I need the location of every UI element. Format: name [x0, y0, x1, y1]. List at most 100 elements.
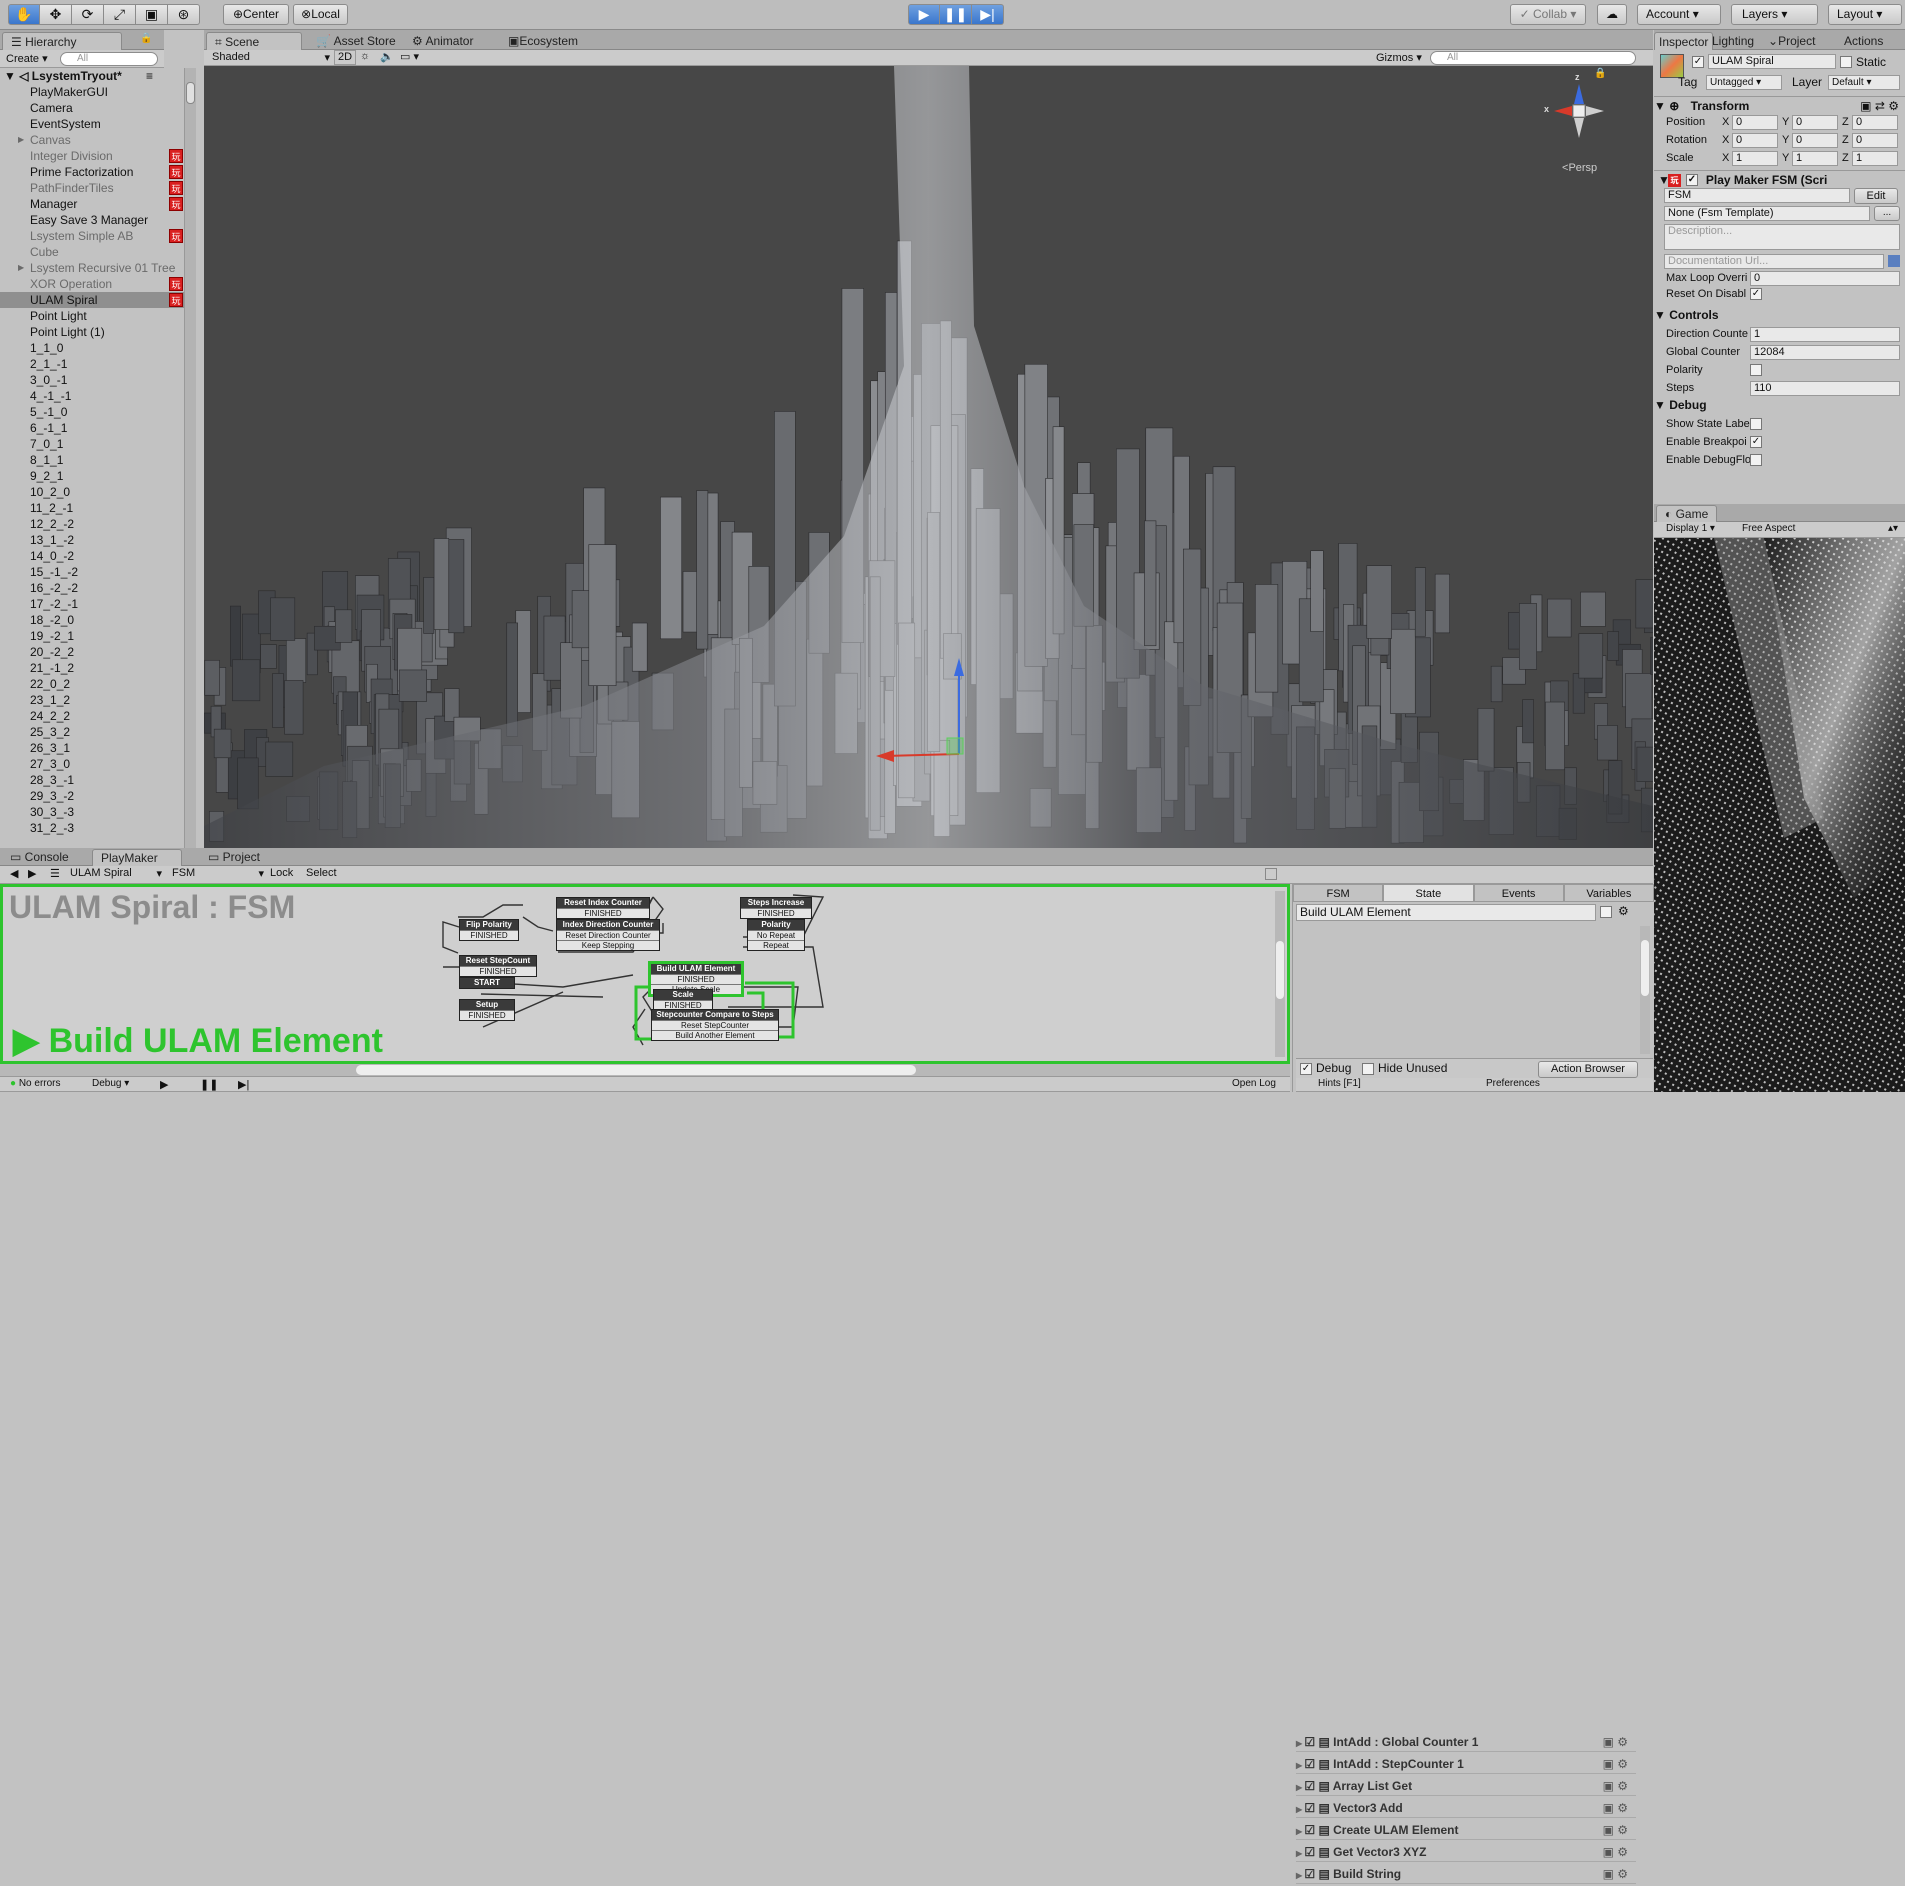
action-expand-icon[interactable]: ▶	[1296, 1783, 1304, 1792]
hierarchy-item[interactable]: 4_-1_-1	[0, 388, 184, 404]
preferences-button[interactable]: Preferences	[1486, 1078, 1540, 1089]
graph-hscroll-thumb[interactable]	[356, 1065, 916, 1075]
hierarchy-item[interactable]: 5_-1_0	[0, 404, 184, 420]
reset-on-disable-checkbox[interactable]: ✓	[1750, 288, 1762, 300]
tab-animator[interactable]: ⚙ Animator	[404, 32, 481, 50]
transform-x-field[interactable]: 0	[1732, 115, 1778, 130]
hierarchy-item[interactable]: Lsystem Simple AB 玩	[0, 228, 184, 244]
debug-header[interactable]: ▼ Debug	[1654, 396, 1905, 414]
debug-pause-icon[interactable]: ❚❚	[200, 1078, 218, 1091]
hierarchy-item[interactable]: 10_2_0	[0, 484, 184, 500]
graph-vscroll[interactable]	[1275, 891, 1285, 1057]
action-row[interactable]: ▶ ☑ ▤ IntAdd : StepCounter 1 ▣ ⚙	[1296, 1754, 1636, 1774]
hierarchy-item[interactable]: 1_1_0	[0, 340, 184, 356]
rotate-tool-icon[interactable]: ⟳	[72, 4, 104, 25]
hierarchy-item[interactable]: 24_2_2	[0, 708, 184, 724]
scene-root[interactable]: ▼ ◁ LsystemTryout* ≡	[0, 68, 160, 84]
hierarchy-item[interactable]: PlayMakerGUI	[0, 84, 184, 100]
max-loop-field[interactable]: 0	[1750, 271, 1900, 286]
hierarchy-item[interactable]: 25_3_2	[0, 724, 184, 740]
hand-tool-icon[interactable]: ✋	[8, 4, 40, 25]
action-scrollbar[interactable]	[1640, 926, 1650, 1054]
action-enabled-checkbox[interactable]: ☑	[1304, 1867, 1318, 1881]
tab-hierarchy[interactable]: ☰ Hierarchy	[2, 32, 122, 50]
fsm-transition-event[interactable]: Reset Direction Counter	[557, 930, 659, 940]
scene-search[interactable]: All	[1430, 51, 1636, 65]
game-view[interactable]	[1654, 538, 1905, 1092]
expand-arrow-icon[interactable]: ▶	[18, 260, 24, 276]
debug-checkbox[interactable]: ✓	[1300, 1063, 1312, 1075]
hierarchy-item[interactable]: 15_-1_-2	[0, 564, 184, 580]
tab-ecosystem[interactable]: ▣Ecosystem	[500, 32, 586, 50]
polarity-checkbox[interactable]	[1750, 364, 1762, 376]
action-settings-icon[interactable]: ▣ ⚙	[1603, 1798, 1628, 1818]
action-settings-icon[interactable]: ▣ ⚙	[1603, 1820, 1628, 1840]
action-enabled-checkbox[interactable]: ☑	[1304, 1757, 1318, 1771]
display-dropdown[interactable]: Display 1 ▾	[1666, 523, 1715, 534]
transform-settings-icon[interactable]: ▣ ⇄ ⚙	[1860, 97, 1899, 115]
forward-icon[interactable]: ▶	[28, 867, 36, 880]
tab-events[interactable]: Events	[1473, 884, 1564, 902]
collab-button[interactable]: ✓ Collab ▾	[1510, 4, 1586, 25]
hierarchy-item[interactable]: 22_0_2	[0, 676, 184, 692]
hierarchy-item[interactable]: 18_-2_0	[0, 612, 184, 628]
pivot-center-button[interactable]: ⊕Center	[223, 4, 289, 25]
fsm-state-node[interactable]: Stepcounter Compare to Steps Reset StepCo…	[651, 1009, 779, 1041]
transform-z-field[interactable]: 1	[1852, 151, 1898, 166]
hierarchy-item[interactable]: 12_2_-2	[0, 516, 184, 532]
fsm-transition-event[interactable]: FINISHED	[741, 908, 811, 918]
lock-icon[interactable]: 🔒	[140, 33, 152, 44]
hierarchy-item[interactable]: 2_1_-1	[0, 356, 184, 372]
viewport-lock-icon[interactable]: 🔒	[1594, 68, 1606, 79]
action-enabled-checkbox[interactable]: ☑	[1304, 1801, 1318, 1815]
hierarchy-item[interactable]: Point Light (1)	[0, 324, 184, 340]
fsm-transition-event[interactable]: Keep Stepping	[557, 940, 659, 950]
tab-state[interactable]: State	[1383, 884, 1474, 902]
playmaker-icon[interactable]: 玩	[169, 293, 183, 307]
hierarchy-item[interactable]: PathFinderTiles 玩	[0, 180, 184, 196]
action-enabled-checkbox[interactable]: ☑	[1304, 1823, 1318, 1837]
move-tool-icon[interactable]: ✥	[40, 4, 72, 25]
playmaker-icon[interactable]: 玩	[169, 277, 183, 291]
orientation-gizmo[interactable]: z x	[1544, 72, 1614, 146]
fsm-transition-event[interactable]: FINISHED	[460, 1010, 514, 1020]
fsm-transition-event[interactable]: Build Another Element	[652, 1030, 778, 1040]
playmaker-icon[interactable]: 玩	[169, 229, 183, 243]
errors-status[interactable]: ● No errors	[10, 1078, 61, 1089]
action-expand-icon[interactable]: ▶	[1296, 1849, 1304, 1858]
transform-y-field[interactable]: 0	[1792, 115, 1838, 130]
tab-variables[interactable]: Variables	[1563, 884, 1654, 902]
hierarchy-item[interactable]: 11_2_-1	[0, 500, 184, 516]
fsm-transition-event[interactable]: FINISHED	[651, 974, 741, 984]
create-dropdown[interactable]: Create ▾	[6, 52, 48, 65]
layers-dropdown[interactable]: Layers ▾	[1731, 4, 1818, 25]
debug-option-checkbox[interactable]	[1750, 454, 1762, 466]
transform-y-field[interactable]: 1	[1792, 151, 1838, 166]
fsm-state-node[interactable]: Index Direction Counter Reset Direction C…	[556, 919, 660, 951]
open-url-icon[interactable]	[1888, 255, 1900, 267]
fsm-state-node[interactable]: Scale FINISHED	[653, 989, 713, 1011]
fsm-state-node[interactable]: Polarity No Repeat Repeat	[747, 919, 805, 951]
fsm-description-field[interactable]: Description...	[1664, 224, 1900, 250]
scene-viewport[interactable]: z x 🔒 <Persp	[204, 66, 1653, 848]
hierarchy-item[interactable]: 21_-1_2	[0, 660, 184, 676]
fsm-template-more-button[interactable]: ...	[1874, 206, 1900, 221]
action-settings-icon[interactable]: ▣ ⚙	[1603, 1776, 1628, 1796]
hierarchy-item[interactable]: Manager 玩	[0, 196, 184, 212]
static-checkbox[interactable]	[1840, 56, 1852, 68]
fsm-transition-event[interactable]: Reset StepCounter	[652, 1020, 778, 1030]
object-name-field[interactable]: ULAM Spiral	[1708, 54, 1836, 69]
hierarchy-item[interactable]: EventSystem	[0, 116, 184, 132]
transform-tool-icon[interactable]: ⊛	[168, 4, 200, 25]
scene-menu-icon[interactable]: ≡	[146, 68, 153, 84]
action-expand-icon[interactable]: ▶	[1296, 1871, 1304, 1880]
tab-lighting[interactable]: Lighting	[1708, 32, 1758, 50]
hierarchy-item[interactable]: 30_3_-3	[0, 804, 184, 820]
playmaker-icon[interactable]: 玩	[169, 149, 183, 163]
effects-dropdown-icon[interactable]: ▭ ▾	[400, 50, 419, 63]
back-icon[interactable]: ◀	[10, 867, 18, 880]
control-value-field[interactable]: 1	[1750, 327, 1900, 342]
state-settings-icon[interactable]: ⚙	[1618, 904, 1629, 918]
hints-button[interactable]: Hints [F1]	[1318, 1078, 1361, 1089]
aspect-dropdown[interactable]: Free Aspect ▴▾	[1742, 523, 1898, 534]
